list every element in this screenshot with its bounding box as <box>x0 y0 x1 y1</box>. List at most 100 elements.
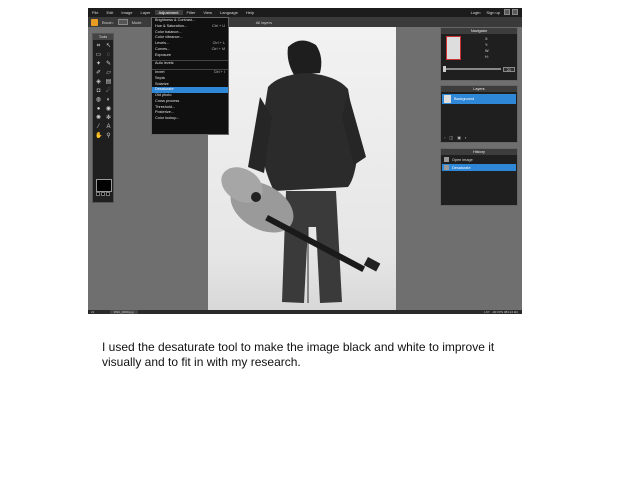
stamp-icon[interactable]: ◘ <box>95 88 102 95</box>
new-folder-icon[interactable]: ▣ <box>457 135 461 140</box>
swatch-b[interactable] <box>101 192 105 196</box>
layers-title: Layers <box>441 86 517 92</box>
account-links: Login Sign up <box>469 9 518 15</box>
menu-item-label: Auto levels <box>155 61 174 66</box>
burn-icon[interactable]: ● <box>95 106 102 113</box>
menu-file[interactable]: File <box>88 10 102 15</box>
menu-view[interactable]: View <box>199 10 216 15</box>
mode-label: Mode <box>131 19 142 25</box>
crop-icon[interactable]: ⌗ <box>95 43 102 50</box>
menu-item-label: Desaturate <box>155 87 174 92</box>
layer-options-icon[interactable]: ▫ <box>444 135 445 140</box>
h-label: H: <box>485 55 489 59</box>
swatch-row <box>96 192 110 196</box>
history-icon <box>444 165 449 170</box>
menu-item-label: Brightness & Contrast... <box>155 18 196 22</box>
menu-item-label: Color lookup... <box>155 116 180 120</box>
status-info: (-67 : -90 FPS 384.24 kb) <box>484 310 518 314</box>
navigator-title: Navigator <box>441 28 517 34</box>
smudge-icon[interactable]: ☄ <box>105 88 112 95</box>
menu-item-label: Cross process <box>155 98 180 103</box>
photo <box>208 27 396 310</box>
menu-item-label: Old photo <box>155 93 172 97</box>
minimize-button[interactable] <box>504 9 510 15</box>
brush-picker[interactable] <box>117 19 128 25</box>
zoom-control: 21 <box>443 66 515 72</box>
menu-item-label: Levels... <box>155 41 170 45</box>
navigator-thumbnail[interactable] <box>446 36 461 60</box>
bucket-icon[interactable]: ◈ <box>95 79 102 86</box>
layer-mask-icon[interactable]: ◫ <box>449 135 453 140</box>
login-link[interactable]: Login <box>469 10 483 15</box>
status-zoom: 21 <box>91 310 95 314</box>
adjustment-menu: Brightness & Contrast... Hue & Saturation… <box>151 17 229 135</box>
editor-screenshot: File Edit Image Layer Adjustment Filter … <box>88 8 522 314</box>
menu-item-label: Solarize <box>155 81 169 86</box>
move-icon[interactable]: ↖ <box>105 43 112 50</box>
redeye-icon[interactable]: ◉ <box>105 106 112 113</box>
gradient-icon[interactable]: ▤ <box>105 79 112 86</box>
app-logo-icon <box>91 18 98 26</box>
tool-grid: ⌗ ↖ ▭ ◌ ✦ ✎ ✐ ▱ ◈ ▤ ◘ ☄ ◍ ◐ ● ◉ ✺ ✻ ⁄ A … <box>93 40 113 143</box>
swatch-c[interactable] <box>106 192 110 196</box>
status-bar: 21 DSC_0009.jpg (-67 : -90 FPS 384.24 kb… <box>88 310 522 314</box>
image-canvas[interactable] <box>208 27 396 310</box>
menu-item-label: Threshold... <box>155 104 176 109</box>
menu-item-label: Sepia <box>155 75 165 80</box>
brush-label: Brush: <box>102 19 114 25</box>
foreground-color-swatch[interactable] <box>96 179 112 192</box>
picker-icon[interactable]: ⁄ <box>95 124 102 131</box>
dodge-icon[interactable]: ◐ <box>105 97 112 104</box>
adjustment-menu-item[interactable]: Color lookup... <box>152 116 228 122</box>
menu-item-label: Curves... <box>155 46 171 51</box>
caption-text: I used the desaturate tool to make the i… <box>102 340 495 369</box>
menu-item-label: Invert <box>155 70 165 74</box>
menu-item-label: Posterize... <box>155 110 174 115</box>
menu-help[interactable]: Help <box>242 10 258 15</box>
menu-item-label: Color balance... <box>155 29 182 34</box>
delete-layer-icon[interactable]: ▪ <box>465 135 466 140</box>
layers-panel: Layers Background ▫ ◫ ▣ ▪ <box>440 85 518 143</box>
menu-adjustment[interactable]: Adjustment <box>154 10 183 15</box>
tools-panel: Tools ⌗ ↖ ▭ ◌ ✦ ✎ ✐ ▱ ◈ ▤ ◘ ☄ ◍ ◐ ● ◉ ✺ … <box>92 33 114 203</box>
wand-icon[interactable]: ✦ <box>95 61 102 68</box>
marquee-icon[interactable]: ▭ <box>95 52 102 59</box>
menu-bar: File Edit Image Layer Adjustment Filter … <box>88 8 522 17</box>
menu-item-label: Hue & Saturation... <box>155 23 188 28</box>
y-label: Y: <box>485 43 489 47</box>
sponge-icon[interactable]: ◍ <box>95 97 102 104</box>
all-layers-option[interactable]: All layers <box>256 20 272 25</box>
history-panel: History Open image Desaturate <box>440 148 518 206</box>
jacket <box>260 73 358 191</box>
history-item[interactable]: Open image <box>442 156 516 163</box>
layer-thumbnail <box>444 95 451 103</box>
history-title: History <box>441 149 517 155</box>
zoom-slider[interactable] <box>443 66 501 72</box>
zoom-input[interactable]: 21 <box>503 66 515 72</box>
menu-filter[interactable]: Filter <box>183 10 200 15</box>
signup-link[interactable]: Sign up <box>484 10 502 15</box>
w-label: W: <box>485 49 490 53</box>
menu-image[interactable]: Image <box>117 10 136 15</box>
zoom-icon[interactable]: ⚲ <box>105 133 112 140</box>
swatch-a[interactable] <box>96 192 100 196</box>
menu-language[interactable]: Language <box>216 10 242 15</box>
menu-item-label: Exposure <box>155 52 172 57</box>
hair <box>287 40 322 75</box>
menu-edit[interactable]: Edit <box>102 10 117 15</box>
pencil-icon[interactable]: ✎ <box>105 61 112 68</box>
maximize-button[interactable] <box>512 9 518 15</box>
layer-row[interactable]: Background <box>442 94 516 104</box>
menu-item-label: Color vibrance... <box>155 35 183 40</box>
bloat-icon[interactable]: ✺ <box>95 115 102 122</box>
brush-icon[interactable]: ✐ <box>95 70 102 77</box>
text-icon[interactable]: A <box>105 124 112 131</box>
pinch-icon[interactable]: ✻ <box>105 115 112 122</box>
menu-layer[interactable]: Layer <box>136 10 154 15</box>
document-tab[interactable]: DSC_0009.jpg <box>110 310 138 314</box>
eraser-icon[interactable]: ▱ <box>105 70 112 77</box>
lasso-icon[interactable]: ◌ <box>105 52 112 59</box>
history-item-selected[interactable]: Desaturate <box>442 164 516 171</box>
hand-icon[interactable]: ✋ <box>95 133 102 140</box>
navigator-coords: X: Y: W: H: <box>485 36 489 60</box>
